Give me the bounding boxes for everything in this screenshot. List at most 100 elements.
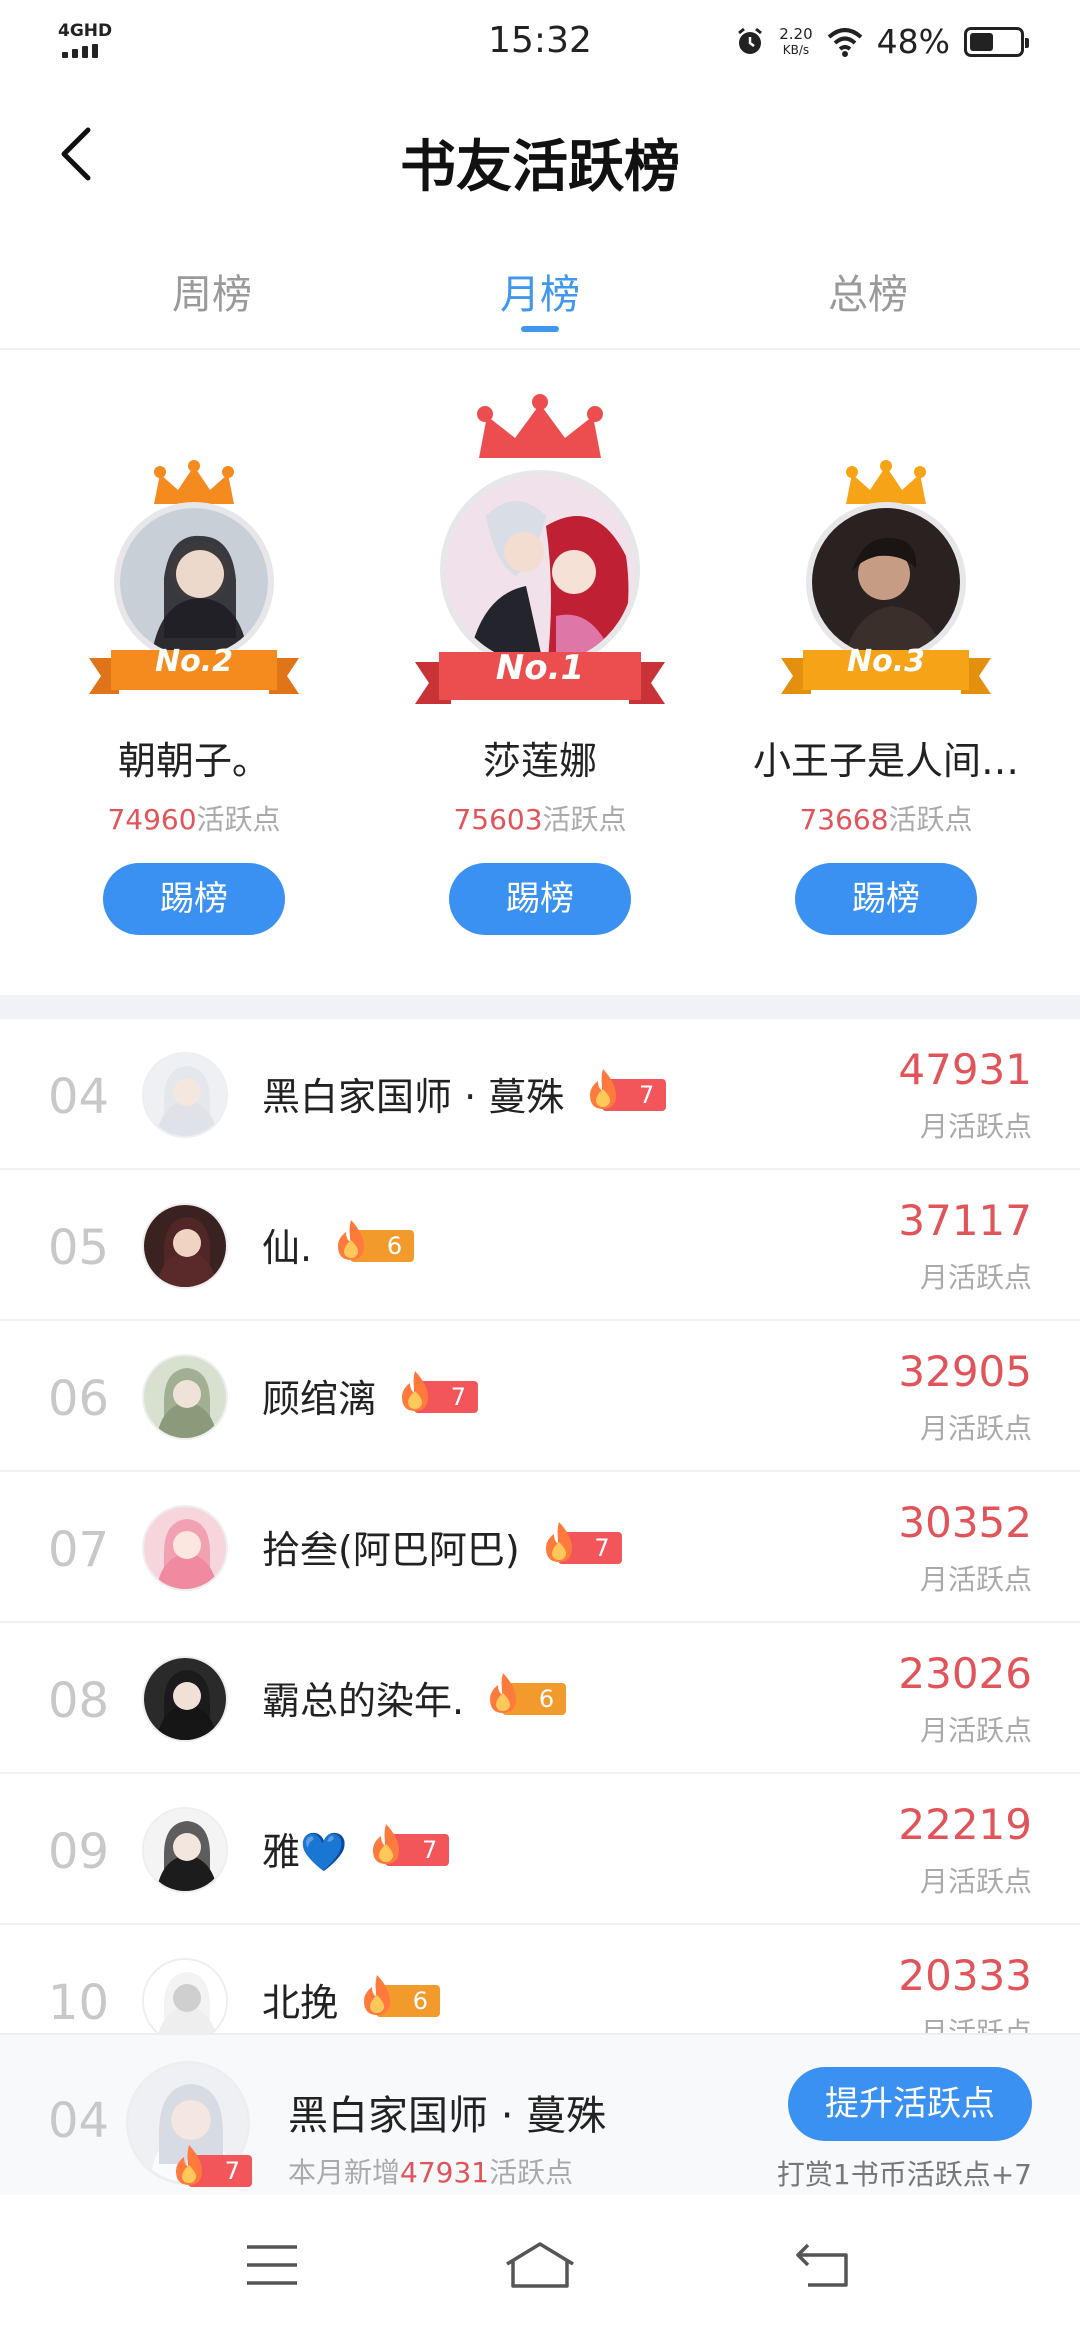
list-item[interactable]: 10 北挽 6 20333 月活跃点 [0,1925,1080,2033]
podium-first: No.1 莎莲娜 75603活跃点 踢榜 [370,350,710,995]
fire-icon [373,1824,400,1864]
score: 32905 [898,1347,1032,1396]
username: 拾叁(阿巴阿巴) [262,1527,520,1572]
score-label: 月活跃点 [919,1563,1032,1596]
score-label: 月活跃点 [919,1865,1032,1898]
level-badge: 6 [360,1975,441,2017]
list-item[interactable]: 07 拾叁(阿巴阿巴) 7 30352 月活跃点 [0,1472,1080,1623]
crown-icon [477,394,603,458]
level-badge: 6 [334,1220,415,1262]
score: 20333 [898,1951,1032,2000]
score: 47931 [898,1045,1032,1094]
fire-icon [545,1522,572,1562]
fire-icon [364,1975,391,2015]
kick-button[interactable]: 踢榜 [449,863,631,935]
username: 仙. [262,1225,313,1270]
my-monthly-points: 本月新增47931活跃点 [288,2156,574,2189]
list-item[interactable]: 06 顾绾漓 7 32905 月活跃点 [0,1321,1080,1472]
podium-third: No.3 小王子是人间… 73668活跃点 踢榜 [716,350,1056,995]
top-three-podium: No.2 朝朝子。 74960活跃点 踢榜 No.1 莎莲娜 75603活跃点 … [0,350,1080,995]
score: 23026 [898,1649,1032,1698]
rank-number: 07 [48,1522,110,1578]
avatar[interactable] [142,1354,228,1440]
tab-total[interactable]: 总榜 [768,262,968,320]
rank-label: No.2 [155,644,233,679]
alarm-icon [738,27,763,54]
rank-number: 09 [48,1824,110,1880]
network-speed: 2.20 KB/s [779,24,813,57]
points: 73668活跃点 [799,803,973,836]
rank-number: 08 [48,1673,110,1729]
tab-weekly[interactable]: 周榜 [112,262,312,320]
system-back-button[interactable] [784,2235,864,2295]
score: 37117 [898,1196,1032,1245]
fire-icon [590,1069,617,1109]
list-item[interactable]: 04 黑白家国师 · 蔓殊 7 47931 月活跃点 [0,1019,1080,1170]
tab-indicator [521,326,559,332]
username: 北挽 [262,1980,339,2025]
points: 74960活跃点 [107,803,281,836]
ranking-list: 04 黑白家国师 · 蔓殊 7 47931 月活跃点 05 仙. 6 37117… [0,1019,1080,2033]
fire-icon [490,1673,517,1713]
avatar[interactable] [440,470,640,670]
username: 小王子是人间… [752,739,1019,783]
kick-button[interactable]: 踢榜 [795,863,977,935]
avatar[interactable] [142,1807,228,1893]
rank-number: 10 [48,1975,110,2031]
level-badge: 7 [398,1371,479,1413]
boost-activity-button[interactable]: 提升活跃点 [788,2067,1032,2141]
nav-bar: 书友活跃榜 [0,84,1080,234]
list-item[interactable]: 05 仙. 6 37117 月活跃点 [0,1170,1080,1321]
avatar[interactable] [142,1656,228,1742]
score-label: 月活跃点 [919,1412,1032,1445]
home-button[interactable] [500,2235,580,2295]
score-label: 月活跃点 [919,1261,1032,1294]
section-divider [0,995,1080,1019]
score: 22219 [898,1800,1032,1849]
my-rank-bar: 04 7 黑白家国师 · 蔓殊 本月新增47931活跃点 提升活跃点 打赏1书币… [0,2033,1080,2195]
avatar[interactable] [142,1505,228,1591]
score-label: 月活跃点 [919,1714,1032,1747]
avatar[interactable] [142,1203,228,1289]
tab-bar: 周榜 月榜 总榜 [0,234,1080,350]
menu-button[interactable] [232,2235,312,2295]
fire-icon [402,1371,429,1411]
tab-monthly[interactable]: 月榜 [440,262,640,320]
battery-icon [964,26,1029,57]
rank-number: 06 [48,1371,110,1427]
username: 莎莲娜 [482,739,597,783]
username: 朝朝子。 [117,739,270,783]
score: 30352 [898,1498,1032,1547]
menu-icon [247,2245,297,2285]
system-nav-bar [0,2195,1080,2340]
level-badge: 6 [486,1673,567,1715]
level-badge: 7 [172,2145,252,2187]
list-item[interactable]: 08 霸总的染年. 6 23026 月活跃点 [0,1623,1080,1774]
avatar[interactable] [142,1958,228,2033]
my-username: 黑白家国师 · 蔓殊 [288,2093,607,2139]
my-rank-number: 04 [48,2093,110,2149]
rank-label: No.1 [495,648,585,688]
avatar[interactable] [114,502,274,662]
list-item[interactable]: 09 雅💙 7 22219 月活跃点 [0,1774,1080,1925]
boost-tip: 打赏1书币活跃点+7 [776,2158,1032,2191]
level-badge: 7 [586,1069,667,1111]
return-icon [796,2243,848,2287]
rank-number: 05 [48,1220,110,1276]
status-bar: 4GHD 15:32 2.20 KB/s 48% [0,0,1080,84]
rank-label: No.3 [847,644,925,679]
username: 顾绾漓 [262,1376,377,1421]
battery-percent: 48% [876,22,950,61]
level-badge: 7 [369,1824,450,1866]
score-label: 月活跃点 [919,2016,1032,2033]
fire-icon [338,1220,365,1260]
username: 雅💙 [262,1829,348,1874]
level-badge: 7 [542,1522,622,1564]
username: 霸总的染年. [262,1678,465,1723]
fire-icon [176,2145,202,2185]
kick-button[interactable]: 踢榜 [103,863,285,935]
avatar[interactable] [142,1052,228,1138]
points: 75603活跃点 [453,803,627,836]
avatar[interactable] [806,502,966,662]
rank-number: 04 [48,1069,110,1125]
